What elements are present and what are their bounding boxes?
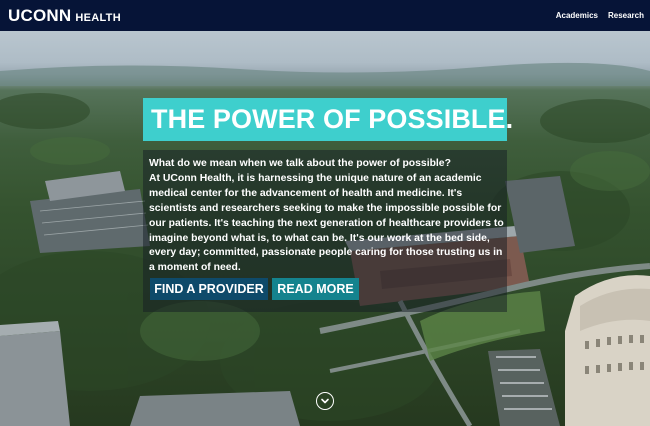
- find-a-provider-button[interactable]: FIND A PROVIDER: [150, 278, 268, 300]
- chevron-down-circle-icon[interactable]: [316, 392, 334, 410]
- nav-link-academics[interactable]: Academics: [556, 11, 598, 20]
- logo-sub: HEALTH: [75, 11, 121, 24]
- read-more-button[interactable]: READ MORE: [272, 278, 359, 300]
- logo-brand: UCONN: [8, 5, 72, 25]
- main-nav: Academics Research: [556, 11, 644, 20]
- hero-body-text: At UConn Health, it is harnessing the un…: [149, 172, 504, 274]
- site-header: UCONN HEALTH Academics Research: [0, 0, 650, 31]
- hero-copy: What do we mean when we talk about the p…: [149, 157, 505, 276]
- uconn-health-logo[interactable]: UCONN HEALTH: [8, 6, 121, 26]
- hero-intro-question: What do we mean when we talk about the p…: [149, 158, 451, 169]
- chevron-down-icon: [321, 398, 329, 404]
- nav-link-research[interactable]: Research: [608, 11, 644, 20]
- hero-headline: THE POWER OF POSSIBLE.: [143, 98, 513, 141]
